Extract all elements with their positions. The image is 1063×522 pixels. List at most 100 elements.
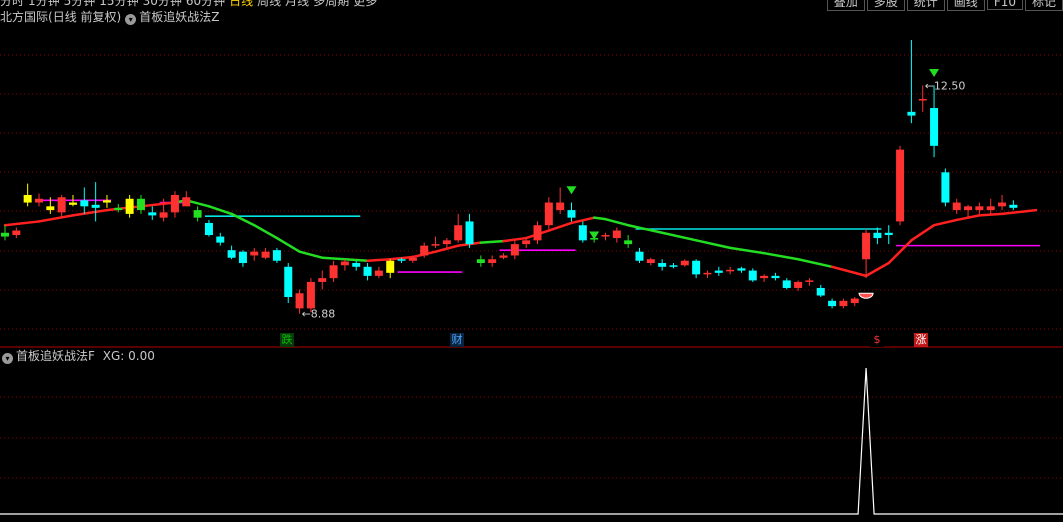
candle-body	[340, 261, 349, 266]
signal-marker: 财	[450, 333, 464, 347]
candle-body	[794, 281, 803, 288]
candle-body	[488, 259, 497, 264]
candle-body	[34, 198, 43, 203]
signal-marker: 跌	[280, 333, 294, 347]
candle-body	[386, 260, 395, 273]
moving-average-segment	[207, 205, 233, 216]
candle-body	[850, 298, 859, 304]
xg-signal-line	[0, 367, 1063, 515]
candle-body	[68, 202, 77, 205]
candle-body	[816, 287, 825, 296]
moving-average-segment	[320, 256, 347, 261]
candle-body	[465, 221, 474, 245]
candle-body	[170, 194, 179, 213]
candle-body	[567, 210, 576, 218]
moving-average-segment	[660, 231, 698, 242]
candle-body	[91, 204, 100, 208]
moving-average-segment	[978, 212, 1004, 217]
candle-body	[601, 235, 610, 237]
moving-average-segment	[343, 257, 369, 263]
candlestick-chart[interactable]: ←12.50 ←8.88	[0, 0, 1063, 522]
candle-body	[80, 200, 89, 207]
candle-body	[918, 98, 927, 101]
moving-average-segment	[275, 236, 301, 253]
moving-average-segment	[3, 220, 41, 227]
candle-body	[306, 281, 315, 309]
candle-body	[556, 202, 565, 211]
candle-body	[828, 300, 837, 307]
candle-body	[329, 265, 338, 279]
candle-body	[420, 245, 429, 256]
candle-body	[680, 260, 689, 266]
candle-body	[805, 280, 814, 282]
candle-body	[862, 232, 871, 260]
candle-body	[363, 266, 372, 276]
candle-body	[646, 259, 655, 264]
candle-body	[522, 240, 531, 245]
signal-arrow-icon	[929, 69, 940, 78]
moving-average-segment	[479, 239, 505, 244]
candle-body	[499, 255, 508, 258]
candle-body	[57, 197, 66, 213]
moving-average-segment	[253, 223, 279, 240]
low-price-label: ←8.88	[302, 308, 336, 321]
candle-body	[272, 250, 281, 261]
candle-body	[238, 251, 247, 264]
moving-average-segment	[830, 265, 868, 278]
moving-average-segment	[887, 239, 913, 265]
candle-body	[454, 225, 463, 241]
moving-average-segment	[105, 205, 143, 212]
candle-body	[578, 225, 587, 241]
candle-body	[431, 244, 440, 246]
candle-body	[148, 212, 157, 216]
candle-body	[1, 232, 9, 237]
candle-body	[397, 259, 406, 261]
candle-body	[227, 250, 236, 258]
moving-average-segment	[366, 257, 392, 263]
candle-body	[442, 240, 451, 245]
moving-average-segment	[762, 251, 800, 261]
candle-body	[204, 222, 213, 236]
candle-body	[714, 270, 723, 273]
candle-body	[408, 257, 417, 261]
candle-body	[964, 206, 973, 211]
candle-body	[136, 198, 145, 211]
candle-body	[46, 206, 55, 211]
candle-body	[114, 207, 123, 211]
candle-body	[216, 236, 225, 243]
candle-body	[782, 280, 791, 288]
signal-marker: 涨	[914, 333, 928, 347]
candle-body	[760, 275, 769, 279]
candle-body	[635, 251, 644, 261]
moving-average-segment	[728, 246, 766, 255]
candle-body	[250, 251, 259, 256]
high-price-label: ←12.50	[925, 79, 966, 92]
moving-average-segment	[932, 218, 958, 227]
candle-body	[510, 244, 519, 256]
candle-body	[975, 206, 984, 211]
candle-body	[1009, 204, 1018, 208]
candle-body	[771, 275, 780, 279]
candle-body	[125, 198, 134, 214]
candle-body	[544, 202, 553, 226]
candle-body	[669, 265, 678, 267]
candle-body	[726, 269, 735, 272]
candle-body	[986, 206, 995, 211]
candle-body	[159, 212, 168, 218]
candle-body	[658, 263, 667, 267]
candle-body	[295, 293, 304, 309]
moving-average-segment	[139, 201, 177, 208]
candle-body	[102, 200, 111, 203]
candle-body	[533, 225, 542, 241]
candle-body	[748, 270, 757, 281]
candle-body	[930, 108, 939, 146]
candle-body	[318, 278, 327, 282]
candle-body	[873, 232, 882, 239]
candle-body	[884, 232, 893, 236]
candle-body	[374, 270, 383, 276]
candle-body	[998, 202, 1007, 207]
candle-body	[952, 202, 961, 211]
moving-average-segment	[37, 214, 75, 223]
candle-body	[193, 210, 202, 218]
moving-average-segment	[796, 257, 834, 269]
